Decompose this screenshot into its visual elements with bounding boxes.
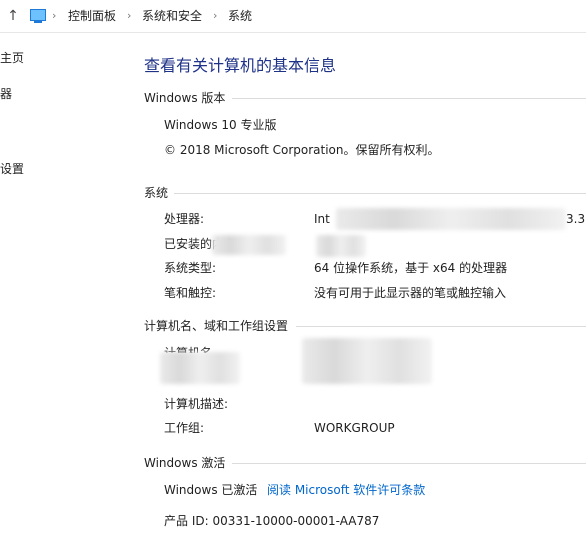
processor-value: Int <box>314 212 330 226</box>
section-divider <box>232 98 586 99</box>
pen-touch-value: 没有可用于此显示器的笔或触控输入 <box>314 286 507 300</box>
breadcrumb-control-panel[interactable]: 控制面板 <box>68 8 116 24</box>
address-bar: ↑ › 控制面板 › 系统和安全 › 系统 <box>0 0 586 33</box>
workgroup-label: 工作组: <box>164 421 205 435</box>
section-windows-edition: Windows 版本 <box>144 91 226 105</box>
description-label: 计算机描述: <box>164 397 229 411</box>
workgroup-value: WORKGROUP <box>314 421 395 435</box>
breadcrumb-system-security[interactable]: 系统和安全 <box>142 8 202 24</box>
redacted-computer-name-label <box>160 352 240 384</box>
system-type-label: 系统类型: <box>164 261 217 275</box>
sidebar-item-settings[interactable]: 设置 <box>0 161 24 177</box>
redacted-processor <box>336 208 566 230</box>
section-divider <box>232 463 586 464</box>
section-system: 系统 <box>144 186 169 200</box>
sidebar-item-device-manager[interactable]: 器 <box>0 86 12 102</box>
copyright-text: © 2018 Microsoft Corporation。保留所有权利。 <box>164 143 440 157</box>
sidebar-item-home[interactable]: 主页 <box>0 50 24 66</box>
page-title: 查看有关计算机的基本信息 <box>144 56 337 75</box>
section-divider <box>174 193 586 194</box>
chevron-right-icon[interactable]: › <box>213 8 217 24</box>
chevron-right-icon[interactable]: › <box>127 8 131 24</box>
up-arrow-icon[interactable]: ↑ <box>6 8 20 24</box>
redacted-memory-label <box>212 235 286 255</box>
license-terms-link[interactable]: 阅读 Microsoft 软件许可条款 <box>267 482 425 498</box>
processor-tail: 3.3 <box>566 212 586 226</box>
section-divider <box>296 326 586 327</box>
activation-status: Windows 已激活 <box>164 483 258 497</box>
redacted-memory-value <box>316 235 366 257</box>
redacted-computer-name-value <box>302 338 432 384</box>
section-activation: Windows 激活 <box>144 456 226 470</box>
pen-touch-label: 笔和触控: <box>164 286 217 300</box>
edition-value: Windows 10 专业版 <box>164 118 277 132</box>
control-panel-icon <box>30 9 46 23</box>
breadcrumb-system[interactable]: 系统 <box>228 8 252 24</box>
system-type-value: 64 位操作系统，基于 x64 的处理器 <box>314 261 508 275</box>
chevron-right-icon[interactable]: › <box>52 8 56 24</box>
product-id: 产品 ID: 00331-10000-00001-AA787 <box>164 514 380 528</box>
section-computer-name: 计算机名、域和工作组设置 <box>144 319 289 333</box>
processor-label: 处理器: <box>164 212 205 226</box>
